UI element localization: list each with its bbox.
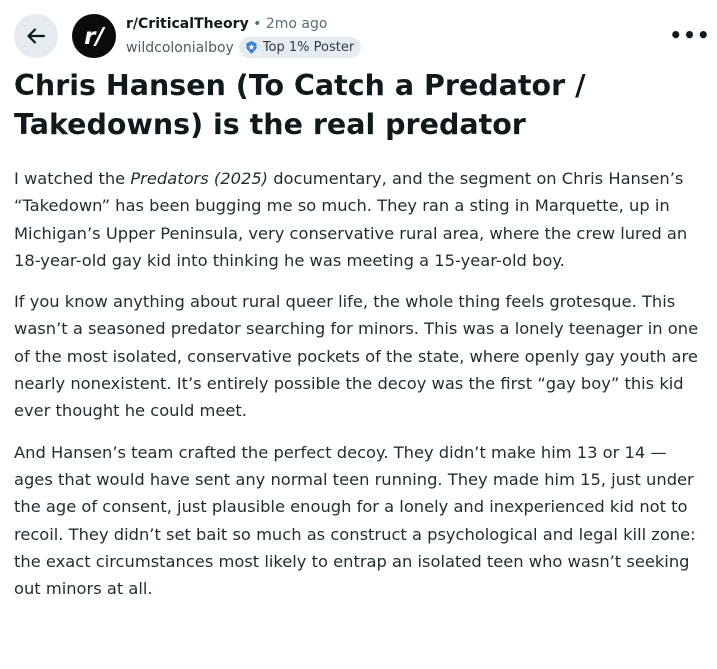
p1-text-start: I watched the: [14, 169, 131, 188]
badge-label: Top 1% Poster: [262, 40, 355, 55]
author-username[interactable]: wildcolonialboy: [126, 38, 234, 58]
meta-separator: •: [253, 16, 262, 32]
subreddit-logo-icon: r/: [84, 24, 105, 50]
post-header: r/ r/CriticalTheory • 2mo ago wildcoloni…: [0, 0, 717, 66]
top-poster-badge-icon: [246, 41, 257, 54]
post-body: I watched the Predators (2025) documenta…: [14, 165, 709, 616]
user-flair-badge: Top 1% Poster: [238, 37, 362, 58]
post-paragraph-1: I watched the Predators (2025) documenta…: [14, 165, 709, 274]
more-options-button[interactable]: •••: [669, 20, 711, 50]
p1-italic-title: Predators (2025): [130, 169, 269, 188]
more-options-icon: •••: [669, 23, 711, 47]
back-button[interactable]: [14, 14, 58, 58]
subreddit-logo-text: r/: [84, 24, 105, 50]
post-paragraph-2: If you know anything about rural queer l…: [14, 292, 699, 421]
post-age: 2mo ago: [265, 16, 328, 32]
meta-line-2: wildcolonialboy Top 1% Poster: [126, 37, 362, 58]
post-meta: r/CriticalTheory • 2mo ago wildcolonialb…: [126, 14, 362, 62]
subreddit-avatar[interactable]: r/: [72, 14, 116, 58]
subreddit-name[interactable]: r/CriticalTheory: [126, 16, 249, 32]
meta-line-1: r/CriticalTheory • 2mo ago: [126, 14, 361, 34]
post-paragraph-3: And Hansen’s team crafted the perfect de…: [14, 442, 696, 599]
post-title: Chris Hansen (To Catch a Predator / Take…: [14, 69, 586, 141]
arrow-left-icon: [27, 28, 46, 44]
